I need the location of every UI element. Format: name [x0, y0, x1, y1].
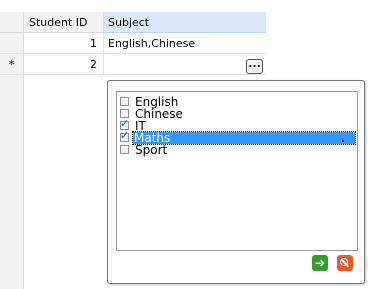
- ellipsis-button[interactable]: ...: [246, 58, 263, 74]
- column-header-subject[interactable]: Subject: [104, 12, 266, 33]
- table-row[interactable]: * 2: [0, 54, 266, 75]
- option-label: Sport: [135, 143, 168, 157]
- grid-header: Student ID Subject: [0, 12, 266, 33]
- student-id-cell[interactable]: 2: [24, 54, 104, 75]
- checkbox[interactable]: [120, 145, 129, 154]
- row-selector-column: [0, 75, 24, 289]
- option-sport[interactable]: Sport: [120, 144, 356, 156]
- student-id-cell[interactable]: 1: [24, 33, 104, 54]
- checkbox-checked[interactable]: ✓: [120, 129, 130, 142]
- cursor-dot: [342, 140, 344, 142]
- subject-cell-editing[interactable]: [104, 54, 266, 75]
- checkbox[interactable]: [120, 97, 129, 106]
- new-row-indicator[interactable]: *: [0, 54, 24, 75]
- option-chinese[interactable]: Chinese: [120, 108, 356, 120]
- cancel-button[interactable]: [337, 255, 353, 271]
- table-row[interactable]: 1 English,Chinese: [0, 33, 266, 54]
- column-header-student-id[interactable]: Student ID: [24, 12, 104, 33]
- checkmark-icon: ✓: [120, 129, 130, 142]
- header-selector-cell[interactable]: [0, 12, 24, 33]
- subject-cell[interactable]: English,Chinese: [104, 33, 266, 54]
- arrow-right-icon: ➔: [314, 256, 326, 270]
- subject-checklist-popup: English Chinese ✓ IT ✓ Maths Sport ➔: [107, 80, 365, 284]
- row-indicator[interactable]: [0, 33, 24, 54]
- ok-button[interactable]: ➔: [312, 255, 328, 271]
- checked-listbox[interactable]: English Chinese ✓ IT ✓ Maths Sport: [116, 91, 358, 251]
